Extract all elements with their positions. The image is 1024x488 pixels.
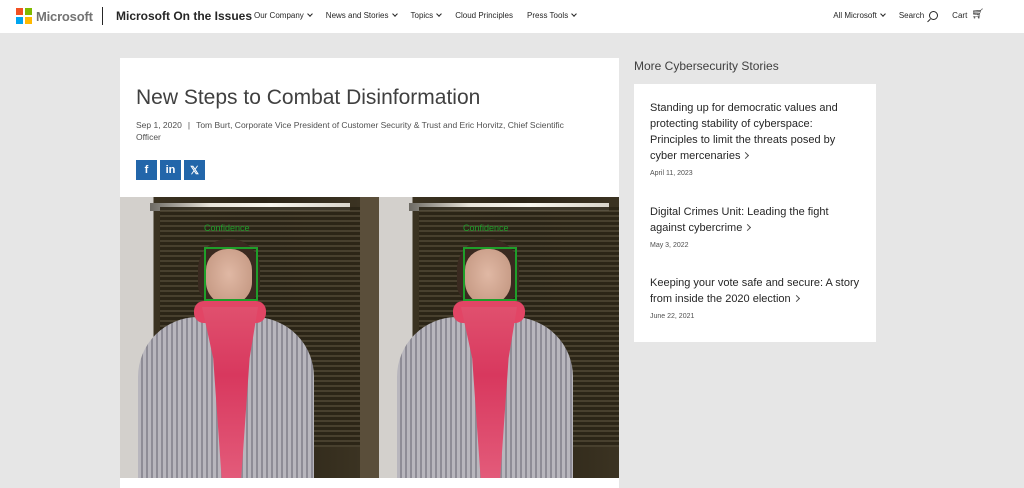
nav-label: Topics [410, 11, 434, 20]
article-card: New Steps to Combat Disinformation Sep 1… [120, 58, 619, 488]
microsoft-logo-icon [16, 8, 32, 24]
byline-separator: | [187, 120, 191, 130]
chevron-right-icon [792, 294, 800, 303]
all-microsoft-menu[interactable]: All Microsoft [833, 10, 886, 20]
article-date: Sep 1, 2020 [136, 120, 182, 130]
chevron-down-icon [306, 11, 313, 17]
story-title[interactable]: Keeping your vote safe and secure: A sto… [650, 275, 860, 307]
share-buttons: f in 𝕏 [136, 160, 205, 180]
story-date: April 11, 2023 [650, 170, 693, 177]
video-frame-right: Confidence [379, 197, 619, 478]
facebook-icon[interactable]: f [136, 160, 157, 180]
chevron-right-icon [744, 223, 752, 232]
story-title[interactable]: Standing up for democratic values and pr… [650, 100, 860, 164]
search-label: Search [898, 10, 925, 20]
cart-label: Cart [952, 10, 968, 20]
chevron-down-icon [571, 11, 578, 17]
story-date: May 3, 2022 [650, 242, 689, 249]
main-nav: Our Company News and Stories Topics Clou… [254, 11, 590, 20]
article-title: New Steps to Combat Disinformation [136, 86, 481, 109]
nav-label: News and Stories [325, 11, 389, 20]
search-icon [929, 10, 939, 20]
chevron-down-icon [436, 11, 443, 17]
nav-press-tools[interactable]: Press Tools [527, 11, 578, 20]
story-title[interactable]: Digital Crimes Unit: Leading the fight a… [650, 204, 860, 236]
chevron-right-icon [742, 151, 750, 160]
article-byline: Sep 1, 2020 | Tom Burt, Corporate Vice Pre… [136, 119, 576, 143]
video-frame-left: Confidence [120, 197, 360, 478]
all-microsoft-label: All Microsoft [833, 10, 877, 20]
sidebar-heading: More Cybersecurity Stories [634, 59, 779, 73]
story-title-text: Digital Crimes Unit: Leading the fight a… [650, 206, 829, 234]
nav-label: Cloud Principles [455, 11, 513, 20]
header-right-nav: All Microsoft Search Cart 🛒︎ [819, 10, 984, 20]
story-item[interactable]: Digital Crimes Unit: Leading the fight a… [650, 204, 860, 249]
face-detection-box [463, 247, 517, 301]
cart-icon: 🛒︎ [971, 9, 984, 20]
site-header: Microsoft Microsoft On the Issues Our Co… [0, 0, 1024, 33]
confidence-overlay-text: Confidence [204, 223, 250, 233]
nav-our-company[interactable]: Our Company [254, 11, 313, 20]
story-date: June 22, 2021 [650, 313, 695, 320]
nav-topics[interactable]: Topics [410, 11, 443, 20]
chevron-down-icon [391, 11, 398, 17]
article-authors: Tom Burt, Corporate Vice President of Cu… [136, 120, 564, 142]
nav-news-and-stories[interactable]: News and Stories [325, 11, 398, 20]
nav-cloud-principles[interactable]: Cloud Principles [455, 11, 513, 20]
confidence-overlay-text: Confidence [463, 223, 509, 233]
brand-name: Microsoft [36, 8, 93, 24]
search-button[interactable]: Search [898, 10, 939, 20]
header-divider [102, 7, 103, 25]
chevron-down-icon [879, 10, 886, 17]
article-hero-image: Confidence Confidence [120, 197, 619, 478]
sidebar-stories: Standing up for democratic values and pr… [634, 84, 876, 342]
story-item[interactable]: Keeping your vote safe and secure: A sto… [650, 275, 860, 320]
nav-label: Our Company [254, 11, 304, 20]
face-detection-box [204, 247, 258, 301]
linkedin-icon[interactable]: in [160, 160, 181, 180]
microsoft-logo[interactable]: Microsoft [16, 8, 93, 24]
story-title-text: Keeping your vote safe and secure: A sto… [650, 277, 860, 305]
nav-label: Press Tools [527, 11, 569, 20]
story-item[interactable]: Standing up for democratic values and pr… [650, 100, 860, 177]
x-twitter-icon[interactable]: 𝕏 [184, 160, 205, 180]
cart-button[interactable]: Cart 🛒︎ [952, 10, 984, 20]
site-title[interactable]: Microsoft On the Issues [116, 9, 252, 23]
